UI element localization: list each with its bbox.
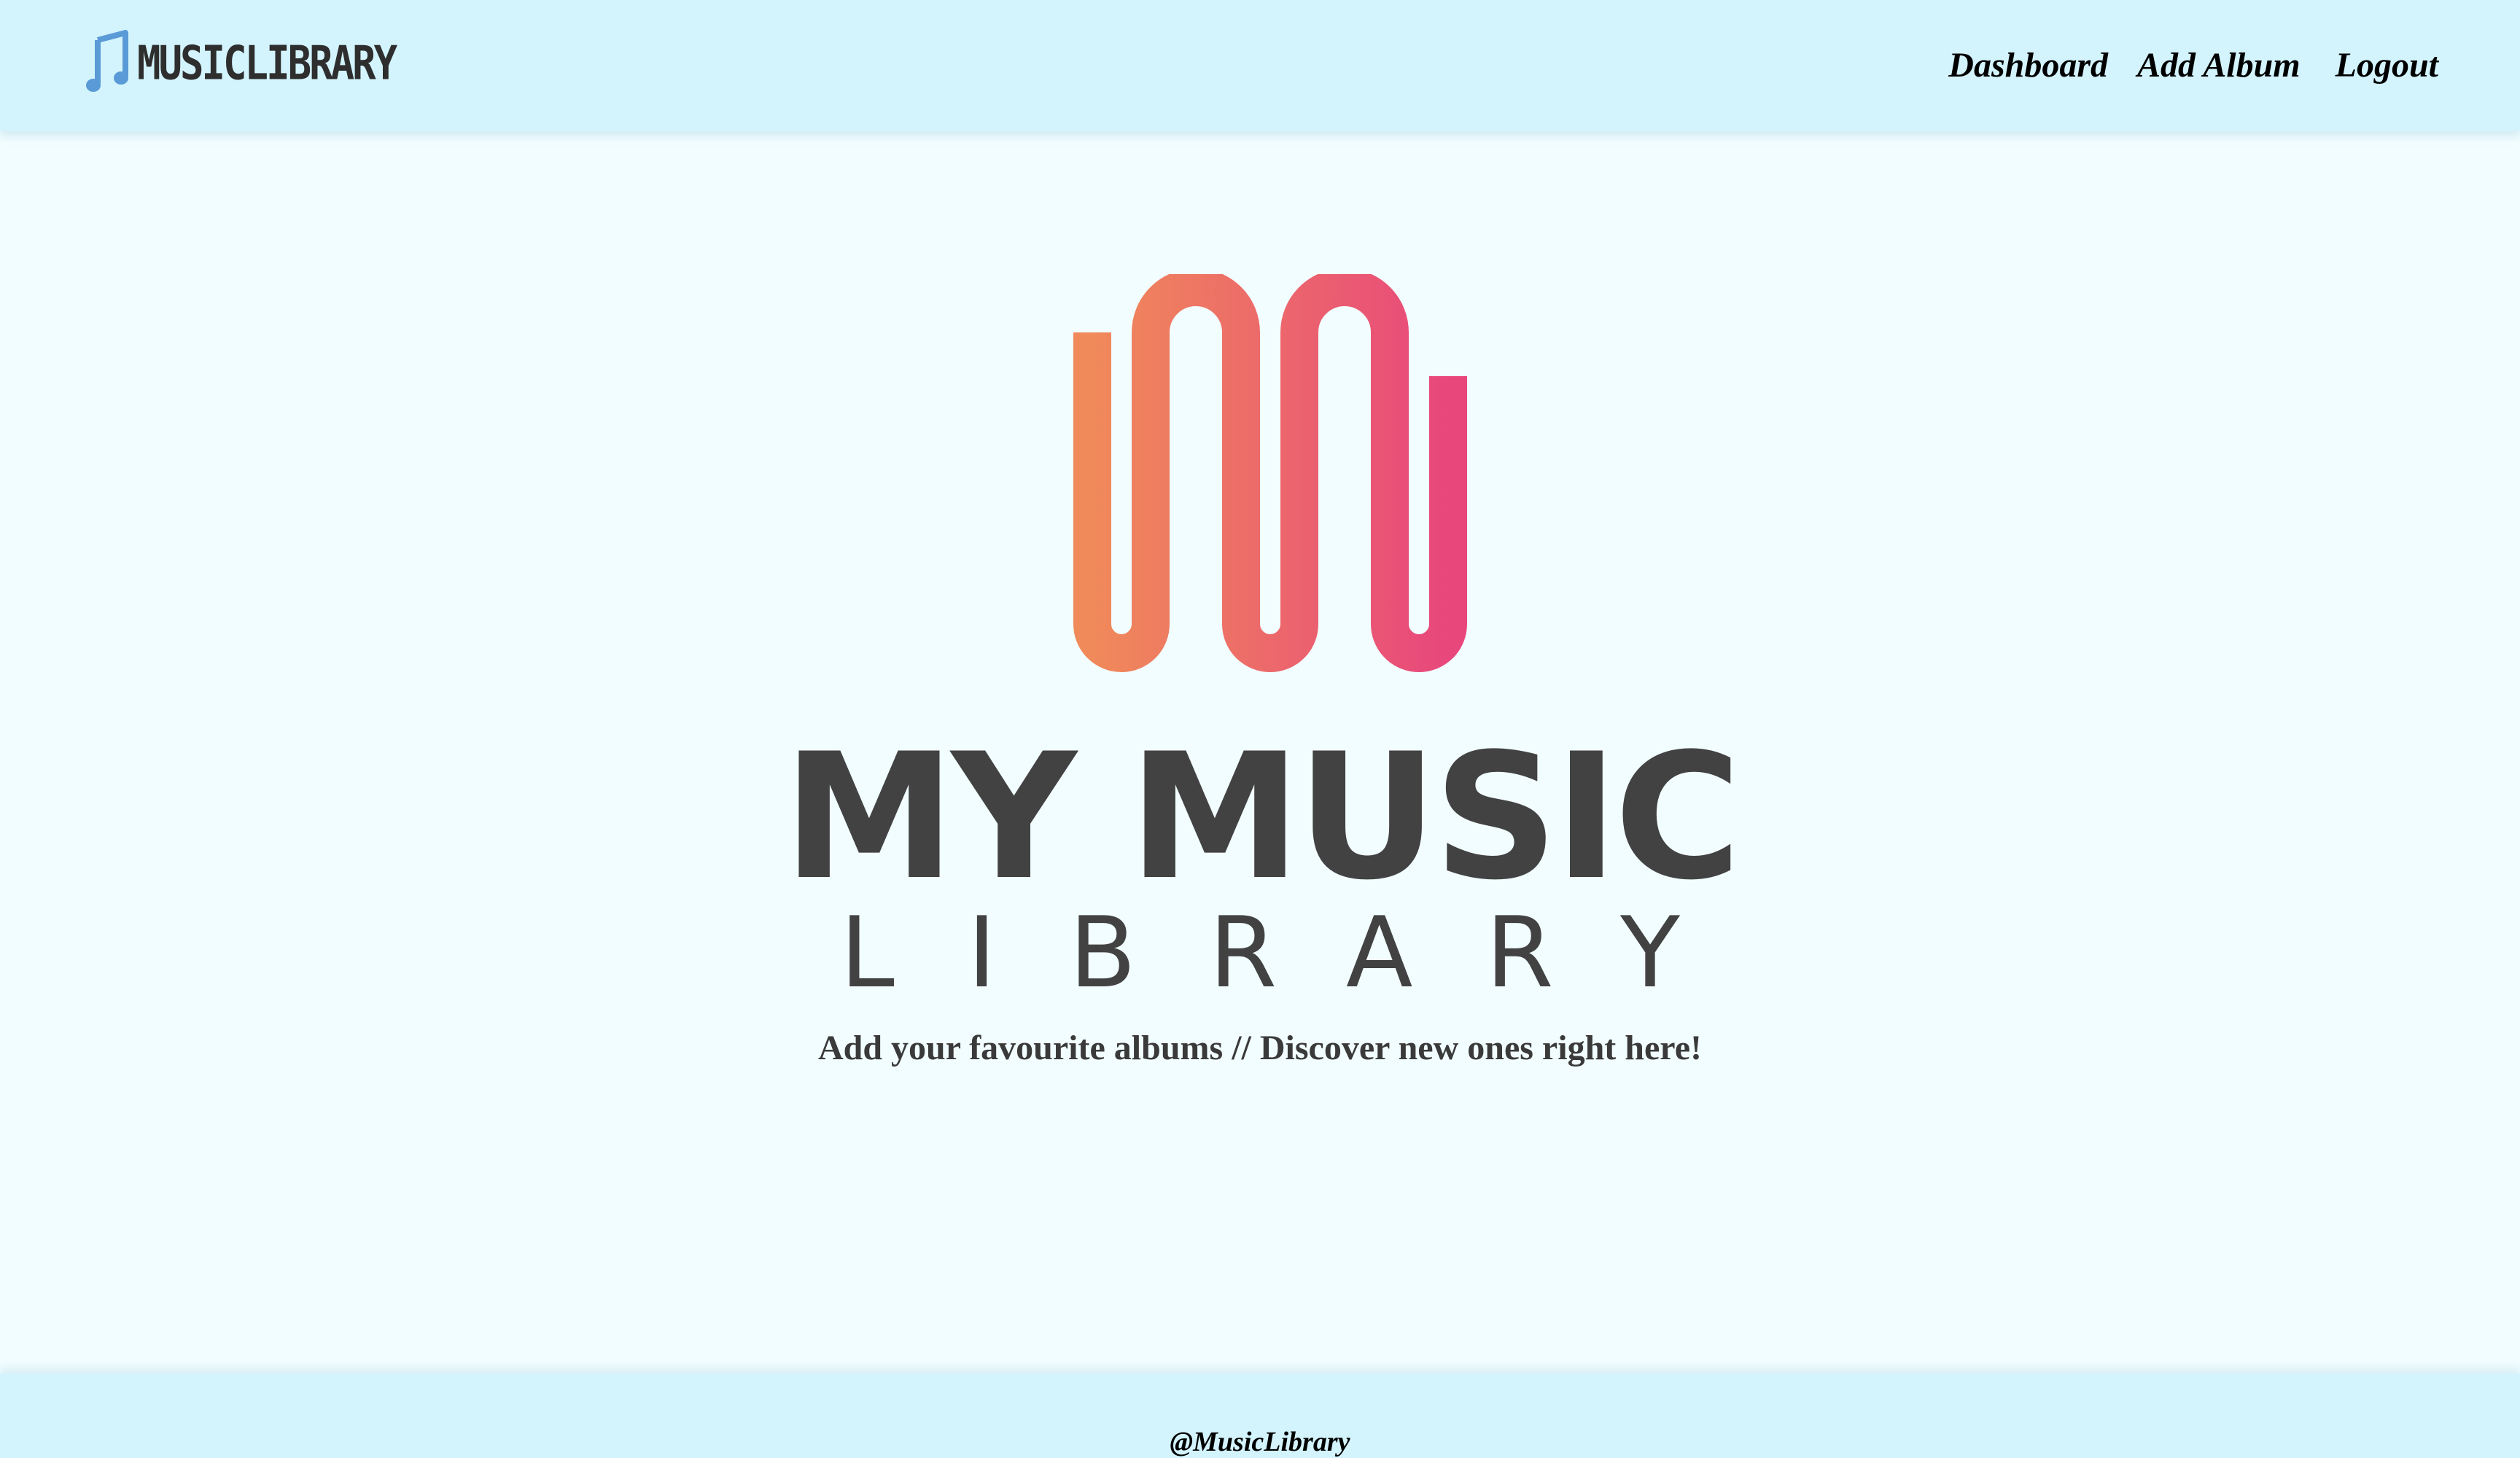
hero-title: MY MUSIC <box>782 717 1742 919</box>
nav-add-album-link[interactable]: Add Album <box>2137 45 2301 85</box>
footer-handle: @MusicLibrary <box>1170 1427 1350 1457</box>
hero-section: MY MUSIC LIBRARY Add your favourite albu… <box>0 131 2520 1371</box>
brand-name: MUSICLIBRARY <box>137 35 397 90</box>
nav-logout-link[interactable]: Logout <box>2336 45 2438 85</box>
top-navbar: MUSICLIBRARY Dashboard Add Album Logout <box>0 0 2520 131</box>
music-note-icon <box>86 30 128 92</box>
page-footer: @MusicLibrary <box>0 1373 2520 1458</box>
wave-m-logo-icon <box>1049 274 1467 672</box>
brand-home-link[interactable]: MUSICLIBRARY <box>86 29 397 96</box>
nav-dashboard-link[interactable]: Dashboard <box>1948 45 2108 85</box>
hero-subtitle: LIBRARY <box>840 896 1753 1010</box>
hero-tagline: Add your favourite albums // Discover ne… <box>818 1029 1702 1067</box>
main-nav: Dashboard Add Album Logout <box>1948 45 2438 85</box>
